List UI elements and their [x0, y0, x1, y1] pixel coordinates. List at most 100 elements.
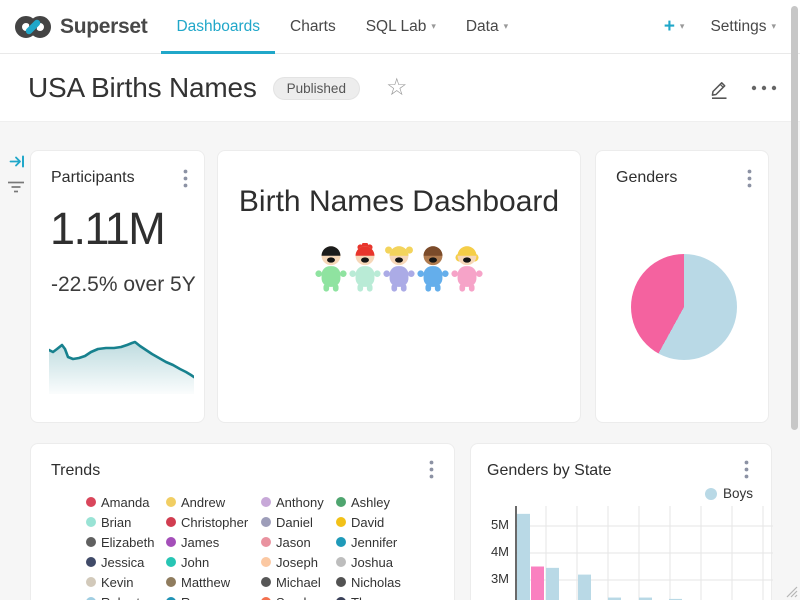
more-actions-icon[interactable]	[750, 84, 778, 92]
legend-label: John	[181, 555, 209, 570]
legend-item-jason[interactable]: Jason	[261, 532, 336, 552]
legend-item-joshua[interactable]: Joshua	[336, 552, 436, 572]
superset-logo-icon	[14, 15, 52, 39]
legend-dot	[166, 537, 176, 547]
legend-item-kevin[interactable]: Kevin	[86, 572, 166, 592]
legend-dot	[261, 517, 271, 527]
resize-handle-icon[interactable]	[784, 584, 798, 598]
legend-label: Jennifer	[351, 535, 397, 550]
legend-label: Joshua	[351, 555, 393, 570]
legend-item-robert[interactable]: Robert	[86, 592, 166, 600]
legend-label: Michael	[276, 575, 321, 590]
expand-filter-bar-icon[interactable]	[9, 153, 26, 170]
legend-item-sarah[interactable]: Sarah	[261, 592, 336, 600]
legend-dot	[261, 537, 271, 547]
legend-label: Joseph	[276, 555, 318, 570]
nav-item-charts[interactable]: Charts	[275, 0, 351, 54]
settings-menu[interactable]: Settings ▾	[710, 18, 776, 36]
legend-item-elizabeth[interactable]: Elizabeth	[86, 532, 166, 552]
legend-item-matthew[interactable]: Matthew	[166, 572, 261, 592]
legend-dot	[86, 497, 96, 507]
y-tick-label: 5M	[479, 517, 509, 532]
legend-dot	[86, 537, 96, 547]
nav-item-label: SQL Lab	[366, 18, 427, 36]
legend-label: Ashley	[351, 495, 390, 510]
chart-title: Genders	[616, 169, 677, 187]
legend-item-ashley[interactable]: Ashley	[336, 492, 436, 512]
legend-item-joseph[interactable]: Joseph	[261, 552, 336, 572]
caret-down-icon: ▾	[680, 21, 685, 32]
legend-item-anthony[interactable]: Anthony	[261, 492, 336, 512]
card-participants: Participants 1.11M -22.5% over 5Y	[30, 150, 205, 423]
legend-dot	[86, 577, 96, 587]
legend-dot	[336, 577, 346, 587]
legend-label: Robert	[101, 595, 140, 600]
legend-item-andrew[interactable]: Andrew	[166, 492, 261, 512]
nav-item-data[interactable]: Data▾	[451, 0, 523, 54]
chart-options-kebab-icon[interactable]	[429, 460, 434, 479]
bar-boys[interactable]	[578, 575, 591, 600]
nav-item-label: Charts	[290, 18, 336, 36]
chart-options-kebab-icon[interactable]	[747, 169, 752, 188]
participants-sparkline-chart[interactable]	[49, 337, 194, 394]
legend-item-boys[interactable]: Boys	[705, 486, 753, 501]
legend-label: Nicholas	[351, 575, 401, 590]
legend-dot	[166, 497, 176, 507]
legend-label: Jason	[276, 535, 311, 550]
chart-options-kebab-icon[interactable]	[744, 460, 749, 479]
legend-label: Ryan	[181, 595, 211, 600]
legend-item-thomas[interactable]: Thomas	[336, 592, 436, 600]
legend-label: David	[351, 515, 384, 530]
favorite-star-icon[interactable]: ☆	[386, 76, 408, 100]
genders-by-state-bar-chart[interactable]	[515, 506, 773, 600]
legend-dot	[261, 497, 271, 507]
legend-label: Christopher	[181, 515, 248, 530]
new-item-button[interactable]: + ▾	[664, 17, 685, 36]
filter-list-icon[interactable]	[7, 180, 25, 194]
edit-dashboard-icon[interactable]	[708, 77, 730, 100]
legend-item-ryan[interactable]: Ryan	[166, 592, 261, 600]
legend-item-john[interactable]: John	[166, 552, 261, 572]
sparkline-area	[49, 342, 194, 394]
legend-dot	[705, 488, 717, 500]
big-number-value: 1.11M	[50, 203, 164, 255]
legend-label: Thomas	[351, 595, 398, 600]
card-trends: Trends Amanda AndrewAnthony Ashley Brian Chr…	[30, 443, 455, 600]
caret-down-icon: ▾	[504, 21, 509, 32]
legend-item-nicholas[interactable]: Nicholas	[336, 572, 436, 592]
legend-item-michael[interactable]: Michael	[261, 572, 336, 592]
legend-item-amanda[interactable]: Amanda	[86, 492, 166, 512]
big-number-subheader: -22.5% over 5Y	[51, 273, 196, 297]
legend-label: Amanda	[101, 495, 149, 510]
nav-item-sql-lab[interactable]: SQL Lab▾	[351, 0, 451, 54]
chart-options-kebab-icon[interactable]	[183, 169, 188, 188]
bar-boys[interactable]	[517, 514, 530, 600]
bar-boys[interactable]	[546, 568, 559, 600]
chart-title: Trends	[51, 462, 100, 480]
legend-dot	[166, 557, 176, 567]
legend-label: James	[181, 535, 219, 550]
plus-icon: +	[664, 17, 675, 36]
legend-item-jessica[interactable]: Jessica	[86, 552, 166, 572]
legend-item-james[interactable]: James	[166, 532, 261, 552]
legend-item-jennifer[interactable]: Jennifer	[336, 532, 436, 552]
status-badge[interactable]: Published	[273, 77, 360, 100]
nav-item-dashboards[interactable]: Dashboards	[161, 0, 275, 54]
legend-dot	[336, 557, 346, 567]
settings-label: Settings	[710, 18, 766, 36]
legend-item-christopher[interactable]: Christopher	[166, 512, 261, 532]
card-genders-by-state: Genders by State Boys 5M4M3M	[470, 443, 772, 600]
chart-title: Genders by State	[487, 462, 612, 480]
legend-dot	[336, 537, 346, 547]
legend-item-david[interactable]: David	[336, 512, 436, 532]
legend-item-daniel[interactable]: Daniel	[261, 512, 336, 532]
nav-menu: DashboardsChartsSQL Lab▾Data▾	[161, 0, 523, 54]
legend-dot	[261, 577, 271, 587]
legend-item-brian[interactable]: Brian	[86, 512, 166, 532]
vertical-scrollbar-thumb[interactable]	[791, 6, 798, 430]
genders-pie-chart[interactable]	[631, 254, 737, 360]
legend-dot	[336, 517, 346, 527]
brand-home-link[interactable]: Superset	[0, 15, 147, 39]
bar-girls[interactable]	[531, 567, 544, 600]
legend-label: Matthew	[181, 575, 230, 590]
